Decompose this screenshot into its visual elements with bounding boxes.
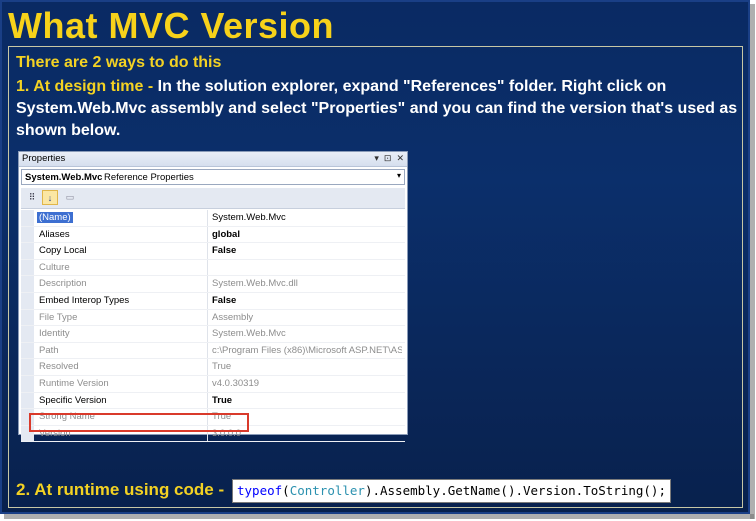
- property-value[interactable]: Assembly: [212, 312, 402, 323]
- property-row[interactable]: (Name) System.Web.Mvc: [21, 210, 405, 227]
- property-name: Resolved: [39, 361, 79, 373]
- code-snippet: typeof(Controller).Assembly.GetName().Ve…: [232, 479, 671, 503]
- property-name: Copy Local: [39, 245, 87, 257]
- code-rest: ).Assembly.GetName().Version.ToString();: [364, 483, 666, 498]
- row-gutter: [21, 226, 34, 243]
- property-pages-icon[interactable]: ▭: [62, 190, 78, 205]
- property-name: Culture: [39, 261, 70, 273]
- property-row[interactable]: Embed Interop Types False: [21, 292, 405, 310]
- property-name: Runtime Version: [39, 377, 109, 389]
- window-position-icon[interactable]: ▾: [374, 152, 379, 165]
- row-gutter: [21, 342, 34, 359]
- row-gutter: [21, 276, 34, 292]
- properties-toolbar: ⠿ ↓ ▭: [21, 188, 405, 209]
- code-keyword: typeof: [237, 483, 283, 498]
- properties-header: Properties ▾ ⊡ ✕: [19, 152, 407, 167]
- intro-text: There are 2 ways to do this: [16, 54, 222, 71]
- close-icon[interactable]: ✕: [396, 152, 404, 165]
- property-row[interactable]: Culture: [21, 259, 405, 277]
- version-highlight-box: [29, 413, 249, 432]
- column-divider: [207, 276, 208, 292]
- column-divider: [207, 375, 208, 392]
- property-row[interactable]: Aliases global: [21, 226, 405, 244]
- property-name: Aliases: [39, 228, 70, 240]
- code-type: Controller: [289, 483, 365, 498]
- chevron-down-icon[interactable]: ▾: [397, 171, 401, 180]
- properties-window: Properties ▾ ⊡ ✕ System.Web.Mvc Referenc…: [18, 151, 408, 443]
- object-selector[interactable]: System.Web.Mvc Reference Properties ▾: [21, 169, 405, 185]
- column-divider: [207, 210, 208, 226]
- property-value[interactable]: global: [212, 229, 402, 240]
- column-divider: [207, 243, 208, 259]
- property-name: Embed Interop Types: [39, 294, 130, 306]
- code-open-paren: (: [282, 483, 290, 498]
- row-gutter: [21, 359, 34, 375]
- object-name: System.Web.Mvc: [25, 172, 103, 183]
- step-one-paragraph: 1. At design time - In the solution expl…: [16, 76, 738, 142]
- property-value[interactable]: System.Web.Mvc.dll: [212, 278, 402, 289]
- row-gutter: [21, 259, 34, 276]
- slide-title: What MVC Version: [8, 5, 335, 46]
- properties-title: Properties: [22, 153, 66, 164]
- property-row[interactable]: Identity System.Web.Mvc: [21, 326, 405, 343]
- property-row[interactable]: Runtime Version v4.0.30319: [21, 375, 405, 393]
- property-name: Identity: [39, 328, 70, 340]
- property-row[interactable]: Description System.Web.Mvc.dll: [21, 276, 405, 293]
- window-controls: ▾ ⊡ ✕: [374, 152, 404, 165]
- property-value[interactable]: c:\Program Files (x86)\Microsoft ASP.NET…: [212, 345, 402, 356]
- categorized-icon[interactable]: ⠿: [24, 190, 40, 205]
- column-divider: [207, 392, 208, 409]
- row-gutter: [21, 375, 34, 392]
- property-value[interactable]: True: [212, 395, 402, 406]
- property-name: Specific Version: [39, 394, 107, 406]
- property-value[interactable]: True: [212, 361, 402, 372]
- column-divider: [207, 359, 208, 375]
- row-gutter: [21, 210, 34, 226]
- property-name: File Type: [39, 311, 78, 323]
- step-two-label: 2. At runtime using code -: [16, 480, 225, 499]
- pin-icon[interactable]: ⊡: [384, 152, 392, 165]
- row-gutter: [21, 392, 34, 409]
- row-gutter: [21, 292, 34, 309]
- object-type: Reference Properties: [104, 172, 194, 183]
- property-name: (Name): [37, 212, 73, 223]
- slide: What MVC Version There are 2 ways to do …: [0, 0, 750, 514]
- property-value[interactable]: False: [212, 245, 402, 256]
- property-grid: (Name) System.Web.Mvc Aliases global Copy Lo…: [21, 210, 405, 443]
- property-value[interactable]: v4.0.30319: [212, 378, 402, 389]
- property-row[interactable]: Path c:\Program Files (x86)\Microsoft ASP…: [21, 342, 405, 360]
- slide-shadow-bottom: [4, 514, 754, 519]
- column-divider: [207, 309, 208, 326]
- property-value[interactable]: System.Web.Mvc: [212, 212, 402, 223]
- property-value[interactable]: False: [212, 295, 402, 306]
- property-name: Description: [39, 278, 87, 290]
- column-divider: [207, 326, 208, 342]
- column-divider: [207, 292, 208, 309]
- property-value[interactable]: System.Web.Mvc: [212, 328, 402, 339]
- row-gutter: [21, 243, 34, 259]
- step-one-label: 1. At design time -: [16, 78, 158, 95]
- property-row[interactable]: File Type Assembly: [21, 309, 405, 327]
- row-gutter: [21, 309, 34, 326]
- slide-shadow-right: [750, 4, 755, 519]
- row-gutter: [21, 326, 34, 342]
- property-row[interactable]: Copy Local False: [21, 243, 405, 260]
- column-divider: [207, 259, 208, 276]
- property-row[interactable]: Resolved True: [21, 359, 405, 376]
- property-name: Path: [39, 344, 59, 356]
- column-divider: [207, 342, 208, 359]
- column-divider: [207, 226, 208, 243]
- alphabetical-icon[interactable]: ↓: [42, 190, 58, 205]
- property-row[interactable]: Specific Version True: [21, 392, 405, 410]
